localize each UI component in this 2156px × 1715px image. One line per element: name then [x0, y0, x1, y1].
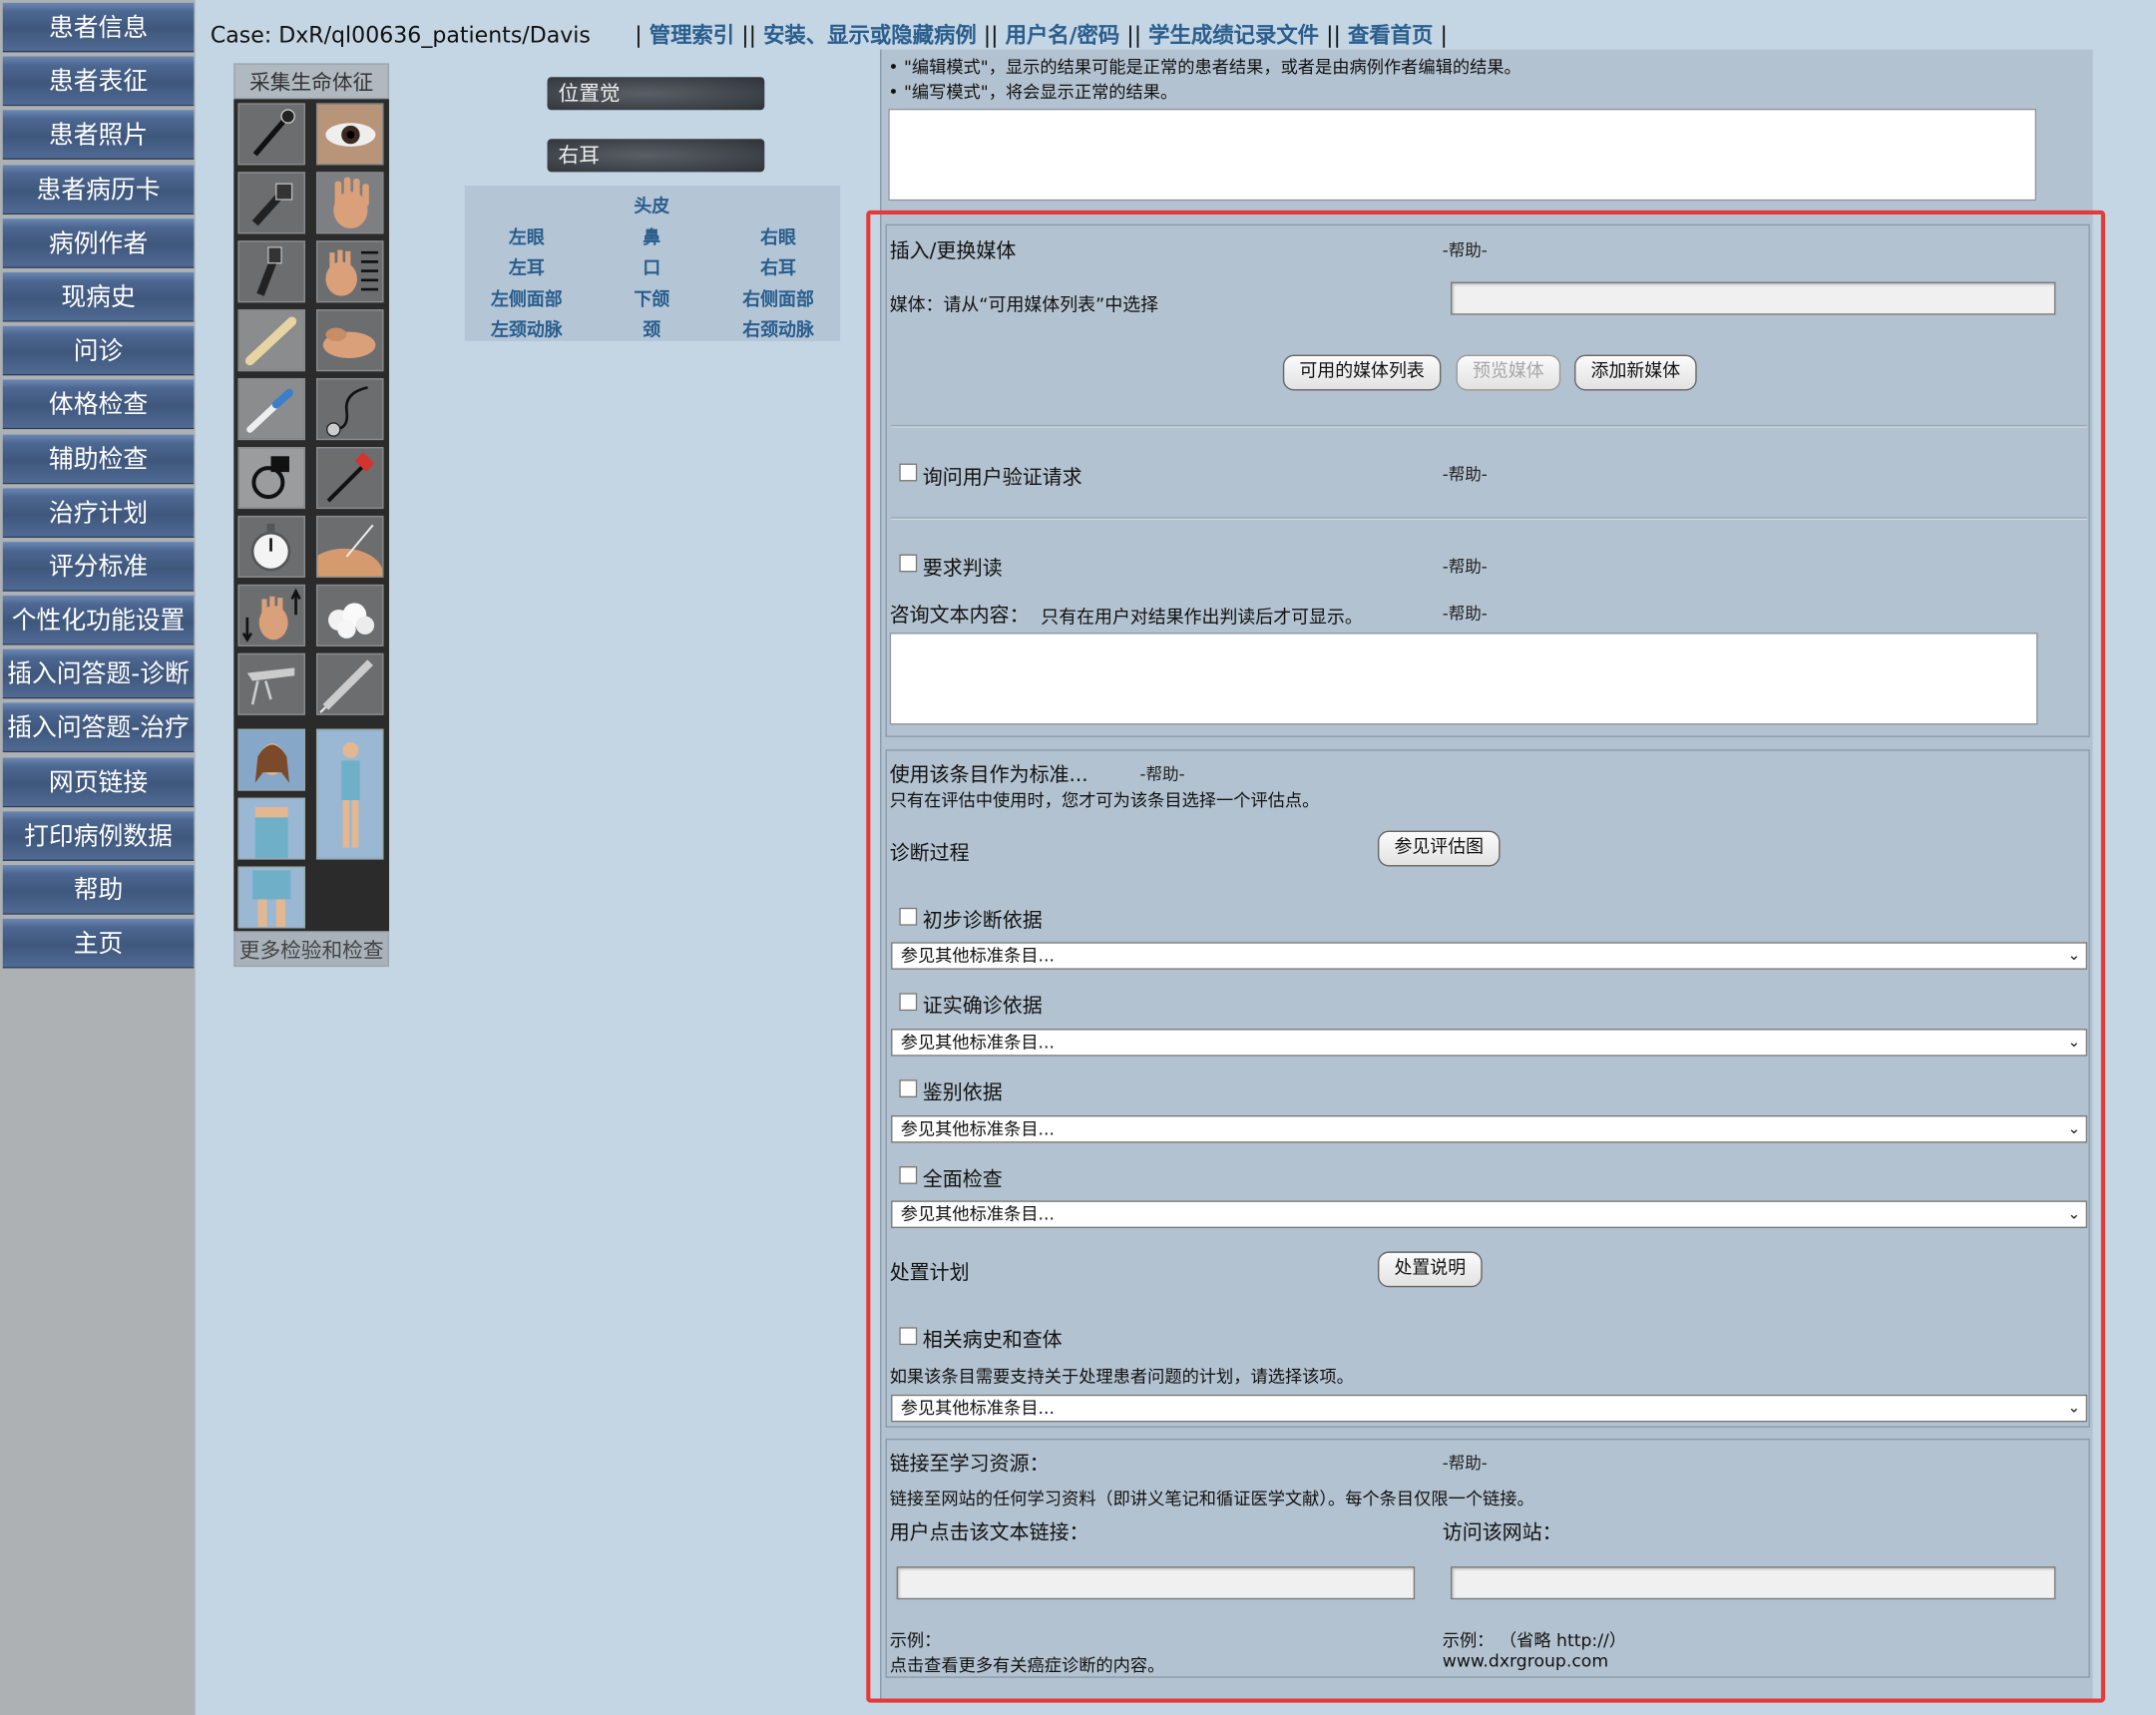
vital-signs-button[interactable]: 采集生命体征: [233, 63, 390, 100]
link-install-cases[interactable]: 安装、显示或隐藏病例: [763, 23, 977, 48]
hand-palpate-icon[interactable]: [315, 309, 384, 372]
sidebar-item[interactable]: 插入问答题-诊断: [2, 648, 195, 699]
loc-left-eye[interactable]: 左眼: [509, 222, 545, 249]
sidebar-item[interactable]: 患者病历卡: [2, 164, 195, 214]
loc-right-face[interactable]: 右侧面部: [742, 284, 814, 311]
sidebar-item[interactable]: 治疗计划: [2, 487, 195, 538]
note-edit-mode: • "编辑模式"，显示的结果可能是正常的患者结果，或者是由病例作者编辑的结果。: [888, 56, 1521, 78]
speculum-icon[interactable]: [237, 652, 305, 715]
link-student-records[interactable]: 学生成绩记录文件: [1148, 23, 1319, 48]
highlight-frame: [866, 210, 2106, 1703]
link-username-password[interactable]: 用户名/密码: [1006, 23, 1120, 48]
more-exams-button[interactable]: 更多检验和检查: [233, 931, 390, 968]
loc-nose[interactable]: 鼻: [643, 222, 660, 249]
sidebar-item[interactable]: 体格检查: [2, 379, 195, 430]
body-location-table: 头皮 左眼 鼻 右眼 左耳 口 右耳 左侧面部 下颌 右侧面部 左颈动脉 颈 右…: [464, 186, 841, 341]
sidebar-item[interactable]: 现病史: [2, 271, 195, 322]
blood-pressure-icon[interactable]: [237, 447, 305, 510]
eye-icon[interactable]: [315, 103, 384, 166]
sidebar-item[interactable]: 病例作者: [2, 217, 195, 268]
case-title: Case: DxR/ql00636_patients/Davis: [210, 22, 591, 49]
sidebar-item[interactable]: 网页链接: [2, 757, 195, 807]
loc-right-ear[interactable]: 右耳: [760, 253, 796, 279]
loc-left-face[interactable]: 左侧面部: [491, 284, 563, 311]
needle-skin-icon[interactable]: [315, 515, 384, 578]
stethoscope-icon[interactable]: [315, 378, 384, 441]
right-ear-label: 右耳: [547, 139, 765, 173]
header-bar: Case: DxR/ql00636_patients/Davis | 管理索引 …: [210, 22, 1448, 49]
loc-left-carotid[interactable]: 左颈动脉: [491, 315, 563, 341]
sidebar-item[interactable]: 评分标准: [2, 541, 195, 592]
sidebar-item[interactable]: 患者信息: [2, 2, 195, 53]
stopwatch-icon[interactable]: [237, 515, 305, 578]
sidebar-item[interactable]: 帮助: [2, 865, 195, 915]
loc-right-eye[interactable]: 右眼: [760, 222, 796, 249]
position-sense-label: 位置觉: [547, 77, 765, 111]
loc-right-carotid[interactable]: 右颈动脉: [742, 315, 814, 341]
loc-scalp[interactable]: 头皮: [634, 192, 669, 217]
hand-arrows-icon[interactable]: [237, 584, 305, 646]
patient-photo-legs[interactable]: [237, 866, 305, 929]
sidebar-item[interactable]: 辅助检查: [2, 433, 195, 484]
sidebar-item[interactable]: 个性化功能设置: [2, 595, 195, 645]
sidebar-item[interactable]: 插入问答题-治疗: [2, 703, 195, 753]
ophthalmoscope-icon[interactable]: [237, 240, 305, 303]
sidebar-nav: 患者信息 患者表征 患者照片 患者病历卡 病例作者 现病史 问诊 体格检查 辅助检查 治疗计划 评分…: [2, 2, 195, 973]
loc-neck[interactable]: 颈: [643, 315, 660, 341]
hand-icon[interactable]: [315, 172, 384, 234]
hand-measure-icon[interactable]: [315, 240, 384, 303]
otoscope-icon[interactable]: [237, 172, 305, 234]
patient-photo-full-body[interactable]: [315, 728, 384, 860]
reflex-hammer-icon[interactable]: [315, 447, 384, 510]
tongue-depressor-icon[interactable]: [237, 309, 305, 372]
loc-jaw[interactable]: 下颌: [634, 284, 669, 311]
microphone-icon[interactable]: [237, 103, 305, 166]
exam-tools-panel: 采集生命体征 更多检验和检查: [233, 63, 390, 968]
patient-photo-face[interactable]: [237, 728, 305, 791]
note-write-mode: • "编写模式"，将会显示正常的结果。: [888, 81, 1178, 103]
sidebar-item[interactable]: 患者照片: [2, 110, 195, 161]
sidebar-item[interactable]: 打印病例数据: [2, 811, 195, 861]
result-textarea[interactable]: [888, 108, 2037, 202]
thermometer-icon[interactable]: [237, 378, 305, 441]
syringe-icon[interactable]: [315, 652, 384, 715]
link-admin-index[interactable]: 管理索引: [649, 23, 734, 48]
loc-left-ear[interactable]: 左耳: [509, 253, 545, 279]
exam-tools-grid: [233, 99, 390, 932]
sidebar-item[interactable]: 患者表征: [2, 56, 195, 107]
link-home-page[interactable]: 查看首页: [1348, 23, 1433, 48]
left-sidebar-column: 患者信息 患者表征 患者照片 患者病历卡 病例作者 现病史 问诊 体格检查 辅助检查 治疗计划 评分…: [0, 0, 196, 1715]
patient-photo-torso[interactable]: [237, 797, 305, 860]
sidebar-item[interactable]: 主页: [2, 919, 195, 969]
sidebar-item[interactable]: 问诊: [2, 325, 195, 376]
loc-mouth[interactable]: 口: [643, 253, 660, 279]
cotton-balls-icon[interactable]: [315, 584, 384, 646]
